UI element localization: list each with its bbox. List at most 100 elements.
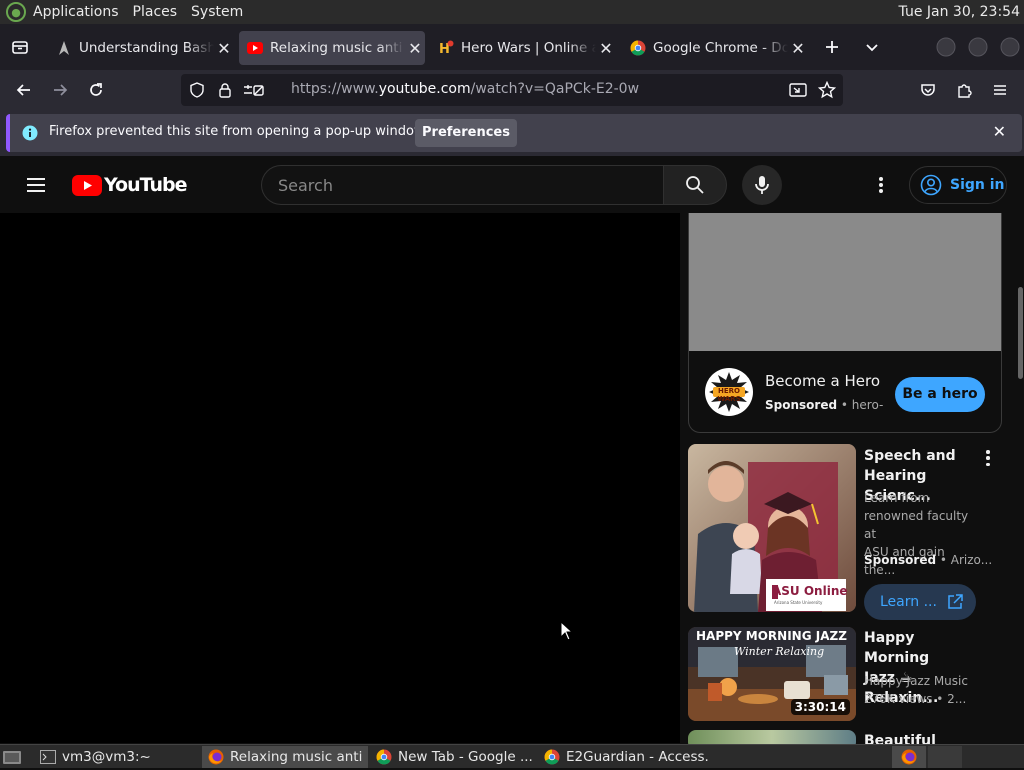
- clock[interactable]: Tue Jan 30, 23:54: [899, 0, 1020, 24]
- close-tab-icon[interactable]: ✕: [596, 39, 616, 58]
- back-button[interactable]: [10, 76, 38, 104]
- tab-chrome[interactable]: Google Chrome - Dow ✕: [622, 31, 808, 65]
- extensions-button[interactable]: [950, 76, 978, 104]
- reload-button[interactable]: [82, 76, 110, 104]
- close-tab-icon[interactable]: ✕: [405, 39, 425, 58]
- chevron-down-icon: [866, 44, 878, 52]
- ad-advertiser: hero-wa: [851, 398, 883, 412]
- settings-more-button[interactable]: [866, 173, 896, 197]
- chrome-icon: [544, 749, 560, 765]
- hamburger-menu-icon: [994, 85, 1006, 95]
- tab-title: Understanding Bash fo: [79, 40, 214, 56]
- learn-more-button[interactable]: Learn ...: [864, 584, 976, 620]
- sponsored-ad-card[interactable]: HERO WARS Become a Hero Sponsored • hero…: [688, 213, 1002, 433]
- ad-media[interactable]: [689, 213, 1001, 351]
- pocket-button[interactable]: [914, 76, 942, 104]
- workspace-switcher[interactable]: [892, 746, 926, 768]
- places-menu[interactable]: Places: [126, 0, 185, 24]
- more-vert-icon: [879, 177, 883, 193]
- taskbar-item-firefox[interactable]: Relaxing music anti ...: [202, 746, 368, 768]
- search-icon: [686, 176, 704, 194]
- picture-in-picture-icon[interactable]: [789, 82, 807, 102]
- preferences-button[interactable]: Preferences: [415, 119, 517, 147]
- workspace-2[interactable]: [928, 746, 962, 768]
- sign-in-label: Sign in: [950, 177, 1005, 193]
- maximize-button[interactable]: [964, 33, 992, 61]
- taskbar: vm3@vm3:~ Relaxing music anti ... New Ta…: [0, 744, 1024, 768]
- bookmark-star-icon[interactable]: [817, 80, 837, 103]
- arrow-left-icon: [16, 84, 30, 96]
- video-recommendation[interactable]: Beautiful: [688, 730, 1008, 744]
- channel-name[interactable]: Happy Jazz Music: [864, 672, 976, 690]
- asu-thumbnail[interactable]: ASU Online Arizona State University: [688, 444, 856, 612]
- navigation-toolbar: https://www.youtube.com/watch?v=QaPCk-E2…: [0, 70, 1024, 110]
- show-desktop-icon[interactable]: [2, 748, 22, 766]
- url-prefix: https://www.: [291, 81, 379, 97]
- taskbar-item-chrome-newtab[interactable]: New Tab - Google ...: [370, 746, 534, 768]
- video-player[interactable]: [0, 213, 680, 743]
- close-icon[interactable]: ✕: [993, 122, 1006, 141]
- article-favicon-icon: [56, 40, 72, 56]
- hero-wars-logo[interactable]: HERO WARS: [705, 368, 753, 416]
- youtube-logo[interactable]: YouTube: [72, 174, 187, 196]
- page-scrollbar[interactable]: [1016, 213, 1024, 743]
- sign-in-button[interactable]: Sign in: [909, 166, 1007, 204]
- search-button[interactable]: [663, 165, 727, 205]
- firefox-view-icon: [12, 41, 28, 54]
- tab-youtube[interactable]: Relaxing music anti st ✕: [239, 31, 425, 65]
- applications-menu[interactable]: Applications: [26, 0, 126, 24]
- url-text[interactable]: https://www.youtube.com/watch?v=QaPCk-E2…: [291, 81, 639, 97]
- taskbar-label: New Tab - Google ...: [398, 749, 533, 765]
- voice-search-button[interactable]: [742, 165, 782, 205]
- sponsored-recommendation[interactable]: ASU Online Arizona State University Spee…: [688, 444, 1008, 620]
- chrome-icon: [376, 749, 392, 765]
- search-input[interactable]: Search: [278, 176, 333, 195]
- url-bar[interactable]: https://www.youtube.com/watch?v=QaPCk-E2…: [181, 74, 843, 106]
- tab-hero-wars[interactable]: H Hero Wars | Online act ✕: [430, 31, 616, 65]
- shield-icon[interactable]: [189, 82, 205, 102]
- taskbar-label: E2Guardian - Access...: [566, 749, 708, 765]
- tab-bash[interactable]: Understanding Bash fo ✕: [48, 31, 234, 65]
- jazz-thumbnail[interactable]: HAPPY MORNING JAZZ Winter Relaxing 3:30:…: [688, 627, 856, 721]
- distro-logo-icon[interactable]: ●: [6, 2, 26, 22]
- lock-icon[interactable]: [217, 82, 233, 102]
- window-close-icon: [1000, 37, 1020, 57]
- close-tab-icon[interactable]: ✕: [788, 39, 808, 58]
- video-recommendation[interactable]: HAPPY MORNING JAZZ Winter Relaxing 3:30:…: [688, 627, 1008, 723]
- hamburger-menu-icon: [27, 178, 45, 192]
- be-a-hero-button[interactable]: Be a hero: [895, 377, 985, 412]
- tab-title: Relaxing music anti st: [270, 40, 405, 56]
- asu-logo-text: ASU Online: [772, 584, 848, 598]
- system-menu[interactable]: System: [184, 0, 250, 24]
- video-thumbnail[interactable]: [688, 730, 856, 744]
- list-all-tabs-button[interactable]: [858, 33, 886, 61]
- guide-menu-button[interactable]: [24, 173, 48, 201]
- taskbar-label: Relaxing music anti ...: [230, 749, 368, 765]
- forward-button[interactable]: [46, 76, 74, 104]
- ad-title[interactable]: Become a Hero: [765, 372, 880, 390]
- youtube-favicon-icon: [247, 40, 263, 56]
- search-box[interactable]: Search: [261, 165, 663, 205]
- info-icon: [22, 125, 38, 145]
- app-menu-button[interactable]: [986, 76, 1014, 104]
- close-tab-icon[interactable]: ✕: [214, 39, 234, 58]
- hero-wars-favicon-icon: H: [438, 40, 454, 56]
- permissions-icon[interactable]: [243, 82, 265, 102]
- close-window-button[interactable]: [996, 33, 1024, 61]
- notification-bar: Firefox prevented this site from opening…: [6, 114, 1022, 152]
- video-title[interactable]: Beautiful: [864, 731, 976, 744]
- more-vert-icon[interactable]: [980, 448, 996, 468]
- video-duration: 3:30:14: [790, 699, 850, 715]
- taskbar-label: vm3@vm3:~: [62, 749, 151, 765]
- taskbar-item-chrome-e2guardian[interactable]: E2Guardian - Access...: [538, 746, 708, 768]
- title-line: Speech and: [864, 448, 956, 464]
- learn-more-label: Learn ...: [880, 594, 937, 610]
- logo-text: YouTube: [104, 174, 187, 196]
- taskbar-item-terminal[interactable]: vm3@vm3:~: [34, 746, 198, 768]
- firefox-view-button[interactable]: [6, 33, 34, 61]
- new-tab-button[interactable]: [818, 33, 846, 61]
- firefox-icon: [901, 749, 917, 765]
- scrollbar-thumb[interactable]: [1018, 287, 1023, 379]
- video-meta: Happy Jazz Music 276K views • 2...: [864, 672, 976, 708]
- minimize-button[interactable]: [932, 33, 960, 61]
